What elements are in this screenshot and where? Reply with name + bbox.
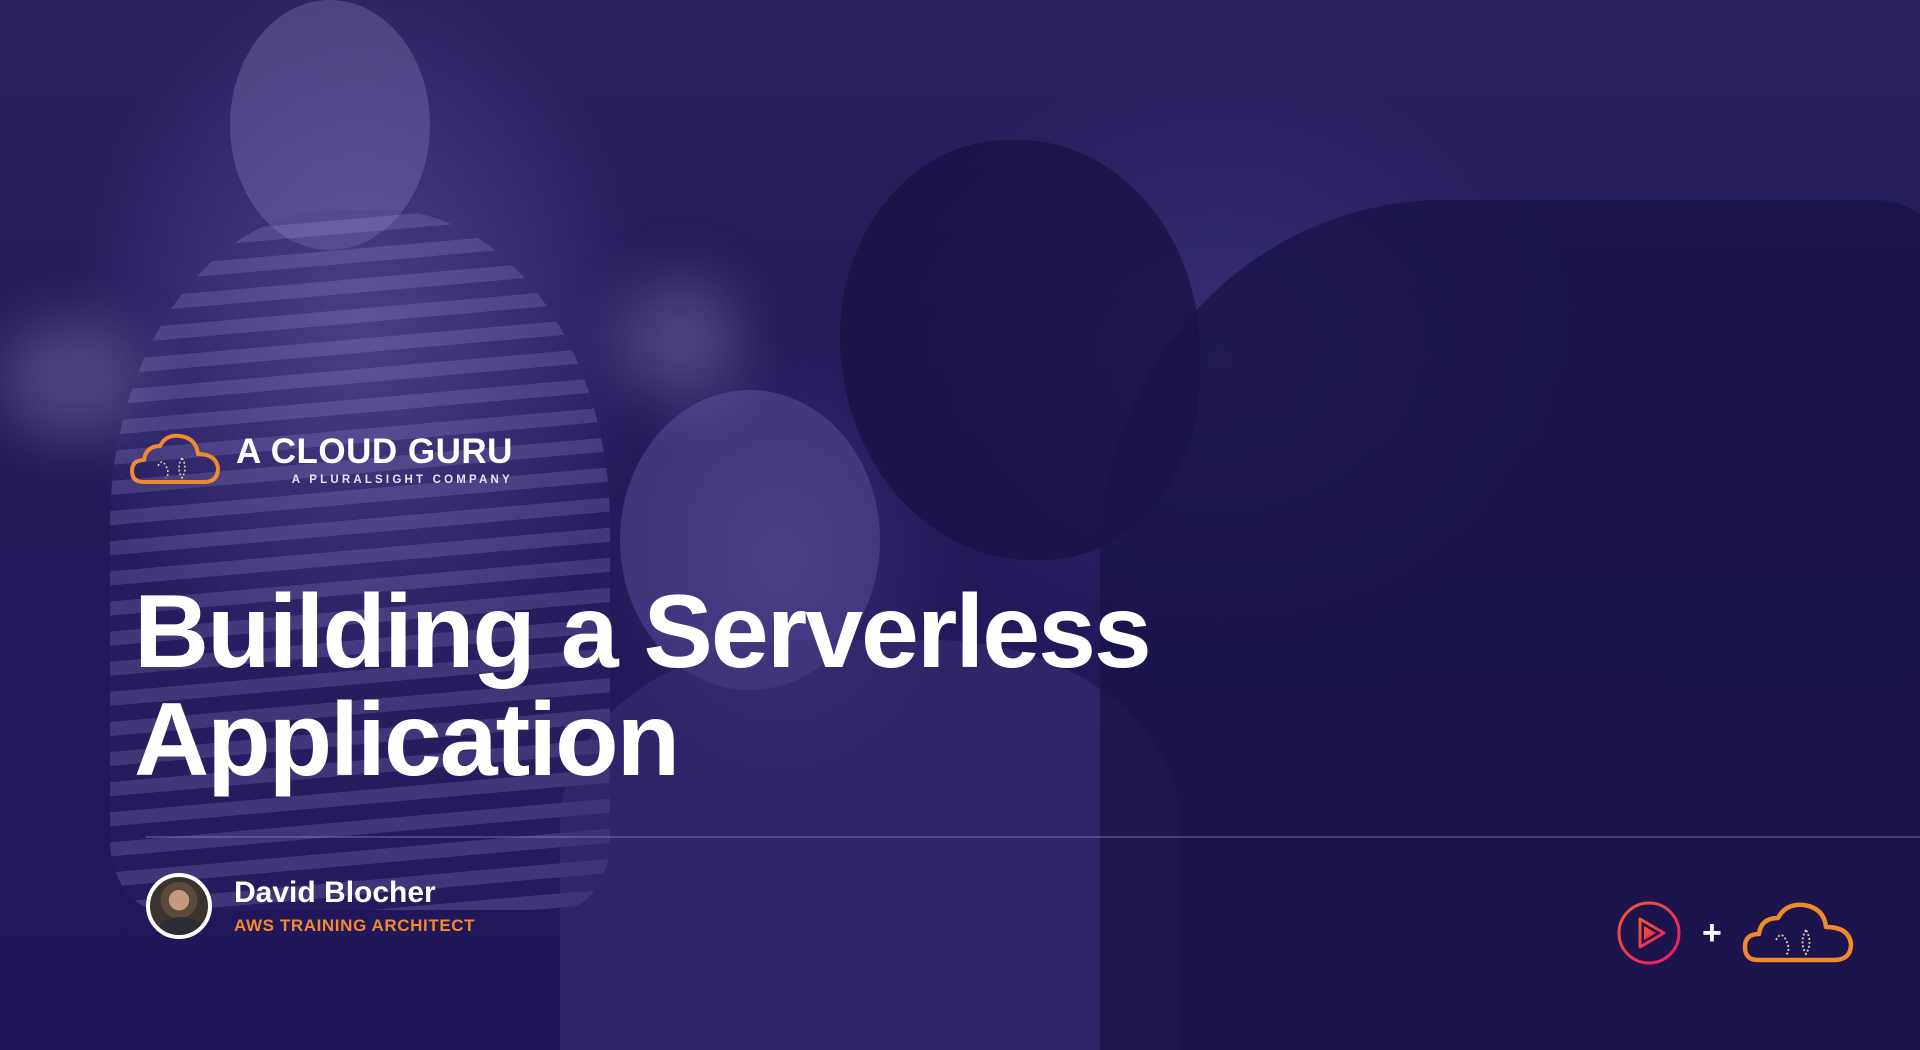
title-line-1: Building a Serverless [134,574,1152,690]
brand-logo: A CLOUD GURU A PLURALSIGHT COMPANY [130,432,513,488]
author-name: David Blocher [234,876,436,909]
title-slide: A CLOUD GURU A PLURALSIGHT COMPANY Build… [0,0,1920,1050]
cloud-logo-icon [130,433,220,484]
author-card: David Blocher AWS TRAINING ARCHITECT [146,873,475,939]
pluralsight-play-icon [1617,901,1681,965]
brand-name: A CLOUD GURU [236,432,513,471]
background-photo-woman-body [110,210,610,910]
plus-sign: + [1702,914,1722,952]
title-line-2: Application [134,682,680,798]
avatar [146,873,212,939]
background-glow [620,280,740,400]
background-glow [0,320,140,440]
brand-tagline: A PLURALSIGHT COMPANY [291,474,513,486]
divider [146,836,1920,838]
page-title: Building a Serverless Application [134,578,1534,794]
cloud-logo-icon [1742,902,1854,963]
author-role: AWS TRAINING ARCHITECT [234,916,476,935]
partner-logos: + [1616,900,1854,966]
